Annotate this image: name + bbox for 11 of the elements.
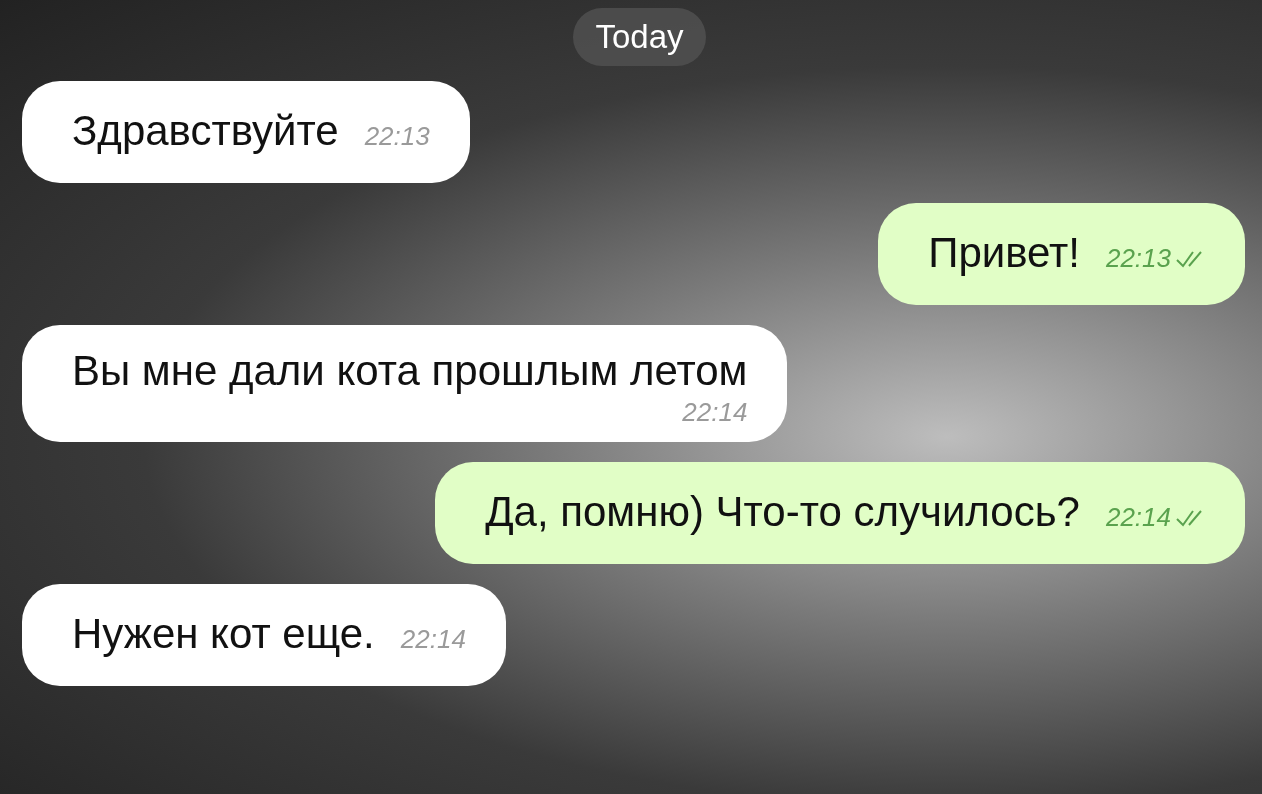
message-text: Нужен кот еще. [72, 610, 375, 658]
message-time: 22:13 [1105, 243, 1171, 274]
message-time: 22:14 [400, 624, 466, 655]
message-text: Да, помню) Что-то случилось? [485, 488, 1080, 536]
message-text: Вы мне дали кота прошлым летом [72, 347, 748, 395]
message-text: Здравствуйте [72, 107, 339, 155]
date-label: Today [573, 8, 706, 66]
message-time: 22:13 [364, 121, 430, 152]
message-text: Привет! [928, 229, 1080, 277]
message-time: 22:14 [682, 397, 748, 428]
message-time: 22:14 [1105, 502, 1171, 533]
